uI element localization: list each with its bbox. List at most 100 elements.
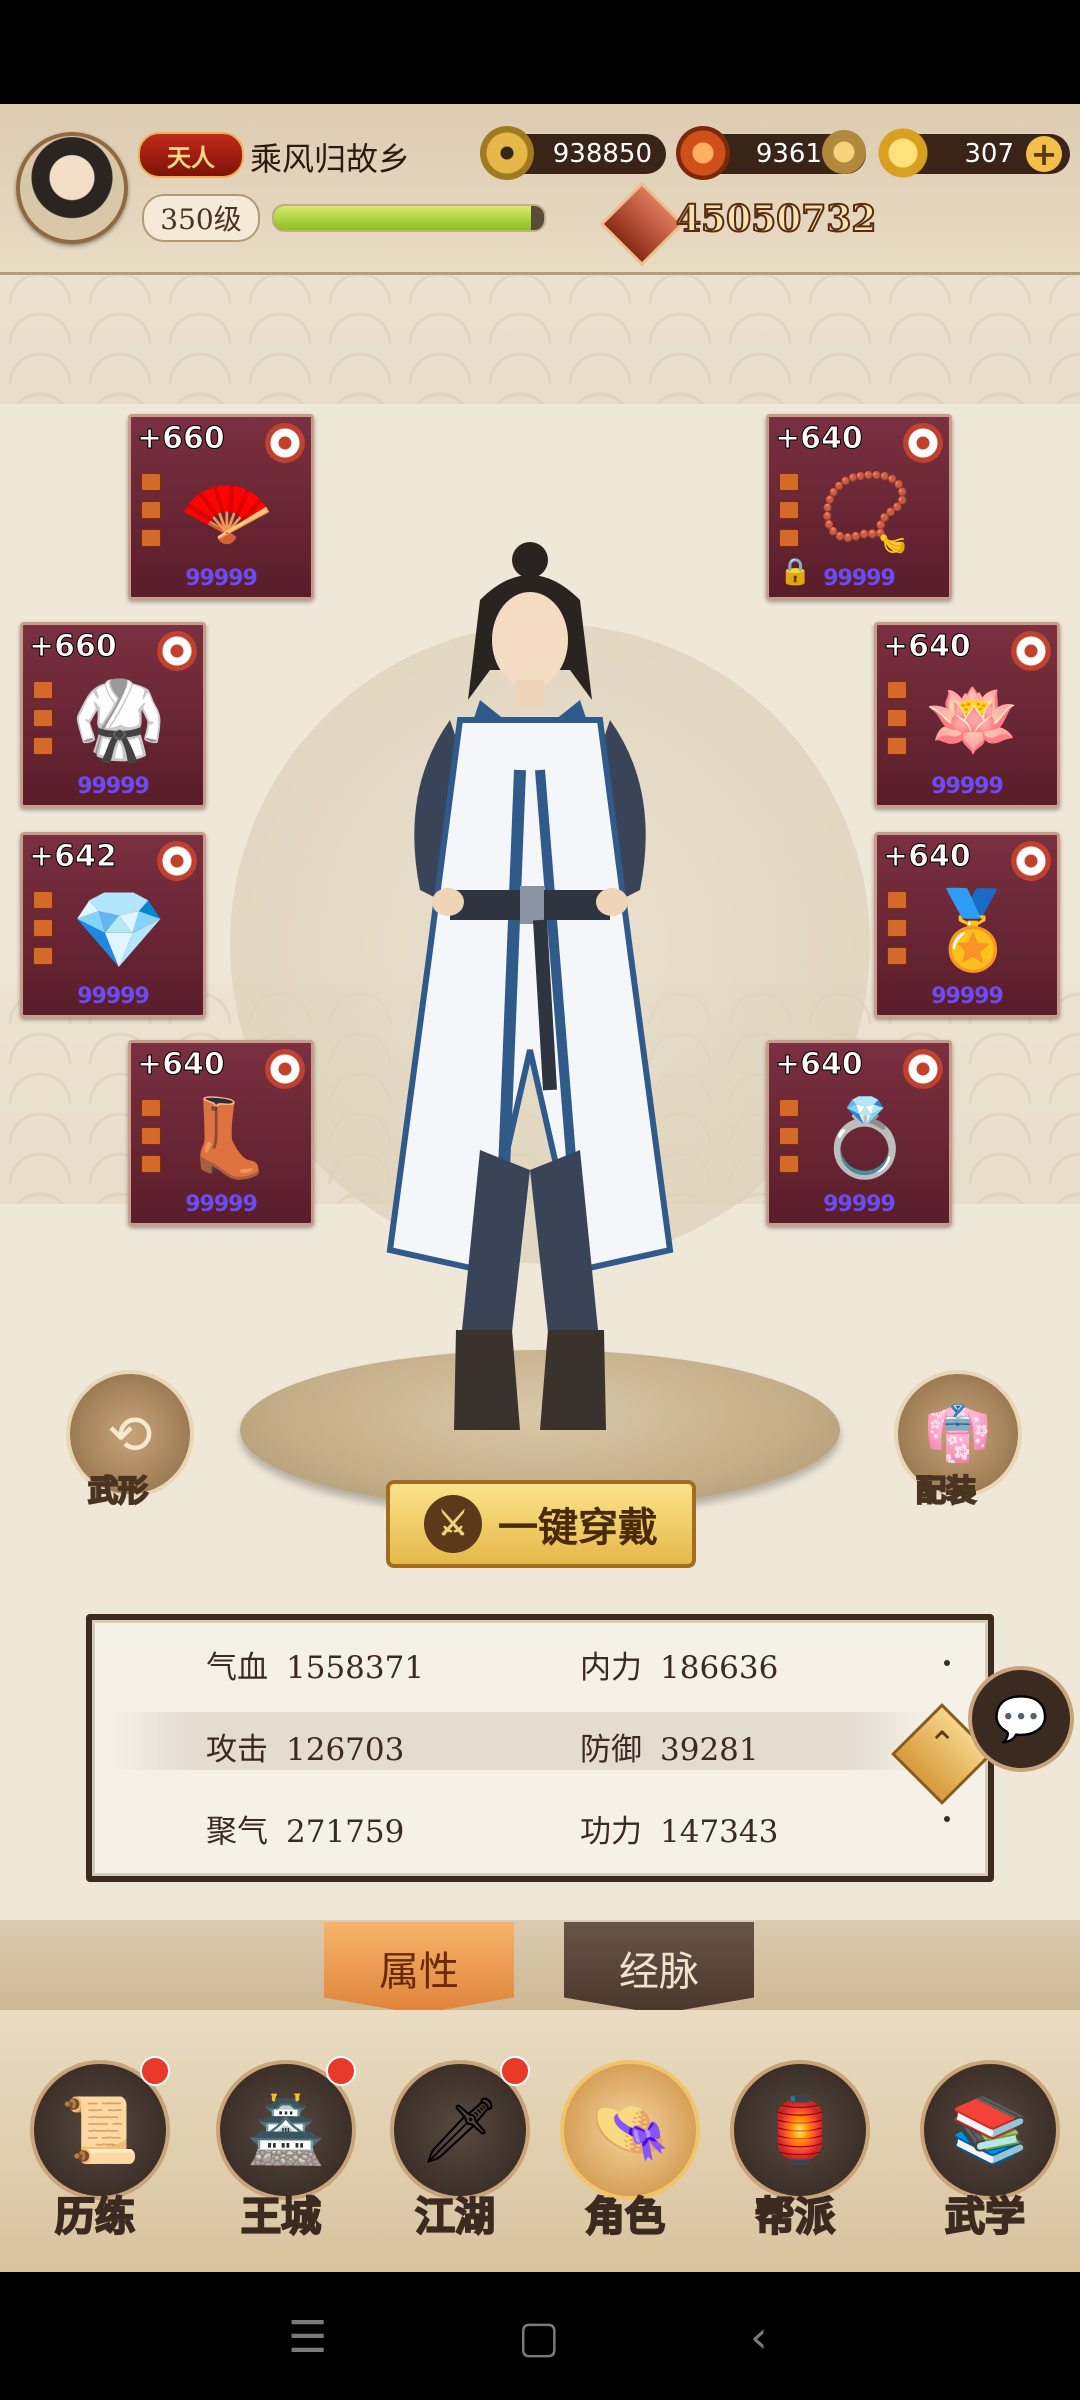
ring-icon: 💍 xyxy=(817,1093,913,1182)
chat-button[interactable]: 💬 xyxy=(968,1666,1074,1772)
gem-sockets xyxy=(887,891,907,975)
equip-slot-boots[interactable]: +640 👢 99999 xyxy=(128,1040,314,1226)
slot-enhance-level: +660 xyxy=(137,421,226,457)
stat-skill: 功力 147343 xyxy=(580,1814,779,1850)
equip-slot-robe[interactable]: +660 🥋 99999 xyxy=(20,622,206,808)
nav-label: 江湖 xyxy=(414,2192,496,2241)
nav-item-jianghu[interactable]: 🗡 江湖 xyxy=(380,2050,530,2260)
gem-sockets xyxy=(887,681,907,765)
slot-stars: 99999 xyxy=(77,984,150,1009)
tab-attributes[interactable]: 属性 xyxy=(324,1922,514,2014)
nav-label: 历练 xyxy=(54,2192,136,2241)
guild-emblem-icon: 🏮 xyxy=(730,2060,870,2200)
notification-dot xyxy=(140,2056,170,2086)
chevron-up-icon: ⌃ xyxy=(927,1724,957,1765)
system-nav-bar: ☰ ▢ ‹ xyxy=(0,2272,1080,2400)
outfit-label: 配装 xyxy=(915,1473,977,1510)
nav-item-character[interactable]: 👒 角色 xyxy=(550,2050,700,2260)
notification-dot xyxy=(500,2056,530,2086)
tabs-band xyxy=(0,1920,1080,2010)
fan-icon: 🪭 xyxy=(179,467,275,556)
martial-form-label: 武形 xyxy=(87,1473,149,1510)
straw-hat-hero-icon: 👒 xyxy=(560,2060,700,2200)
form-swap-icon: ⟲ xyxy=(107,1402,153,1466)
gem-sockets xyxy=(33,681,53,765)
equip-slot-pendant[interactable]: +640 🪷 99999 xyxy=(874,622,1060,808)
belt-icon: 💎 xyxy=(71,885,167,974)
bracer-icon: 🏅 xyxy=(925,885,1021,974)
recent-apps-icon[interactable]: ☰ xyxy=(288,2312,327,2363)
gem-sockets xyxy=(141,1099,161,1183)
nav-label: 武学 xyxy=(944,2192,1026,2241)
tab-meridians[interactable]: 经脉 xyxy=(564,1922,754,2014)
gold-amount: 307 xyxy=(964,139,1014,169)
stat-internal: 内力 186636 xyxy=(580,1650,779,1686)
xp-bar-fill xyxy=(274,206,531,230)
equip-slot-fan[interactable]: +660 🪭 99999 xyxy=(128,414,314,600)
player-avatar[interactable] xyxy=(16,132,128,244)
stat-defense: 防御 39281 xyxy=(580,1732,759,1768)
rank-badge: 天人 xyxy=(138,132,244,178)
player-header: 天人 乘风归故乡 938850 9361 307 + 350级 45050732 xyxy=(0,104,1080,275)
necklace-icon: 📿 xyxy=(817,467,913,556)
stat-hp: 气血 1558371 xyxy=(206,1650,425,1686)
outfit-icon: 👘 xyxy=(924,1402,992,1465)
flame-crystal-icon xyxy=(676,126,730,180)
equip-slot-bracer[interactable]: +640 🏅 99999 xyxy=(874,832,1060,1018)
home-icon[interactable]: ▢ xyxy=(518,2312,560,2363)
armor-swap-icon: ⚔ xyxy=(424,1495,482,1553)
character-figure[interactable] xyxy=(330,530,750,1450)
back-icon[interactable]: ‹ xyxy=(750,2312,768,2363)
level-badge: 350级 xyxy=(142,194,260,242)
boots-icon: 👢 xyxy=(179,1093,275,1182)
nav-label: 王城 xyxy=(240,2192,322,2241)
slot-enhance-level: +642 xyxy=(29,839,118,875)
lotus-pendant-icon: 🪷 xyxy=(925,675,1021,764)
slot-enhance-level: +640 xyxy=(137,1047,226,1083)
spirit-token-icon xyxy=(822,130,866,174)
nav-item-guild[interactable]: 🏮 帮派 xyxy=(720,2050,870,2260)
notification-dot xyxy=(326,2056,356,2086)
scrolls-icon: 📚 xyxy=(920,2060,1060,2200)
add-gold-icon[interactable]: + xyxy=(1026,135,1062,173)
gold-ingot-icon xyxy=(876,126,930,180)
slot-enhance-level: +640 xyxy=(775,1047,864,1083)
slot-enhance-level: +640 xyxy=(775,421,864,457)
slot-enhance-level: +640 xyxy=(883,629,972,665)
nav-item-city[interactable]: 🏯 王城 xyxy=(206,2050,356,2260)
equip-slot-necklace[interactable]: +640 📿 🔒 99999 xyxy=(766,414,952,600)
stats-panel: 气血 1558371 内力 186636 攻击 126703 防御 39281 聚气 27… xyxy=(86,1614,994,1882)
combat-power: 45050732 xyxy=(675,197,877,241)
stat-qi: 聚气 271759 xyxy=(206,1814,405,1850)
slot-stars: 99999 xyxy=(931,774,1004,799)
slot-stars: 99999 xyxy=(185,1192,258,1217)
spirit-amount: 9361 xyxy=(755,139,822,169)
slot-stars: 99999 xyxy=(823,1192,896,1217)
stats-row: 攻击 126703 防御 39281 xyxy=(110,1712,930,1770)
gem-sockets xyxy=(779,473,799,557)
robe-icon: 🥋 xyxy=(71,675,167,764)
gem-sockets xyxy=(33,891,53,975)
slot-stars: 99999 xyxy=(77,774,150,799)
nav-label: 帮派 xyxy=(754,2192,836,2241)
slot-stars: 99999 xyxy=(823,566,896,591)
slot-stars: 99999 xyxy=(931,984,1004,1009)
chat-bubble-icon: 💬 xyxy=(993,1694,1049,1745)
combat-power-icon xyxy=(599,181,685,267)
nav-item-training[interactable]: 📜 历练 xyxy=(20,2050,170,2260)
nav-item-martial[interactable]: 📚 武学 xyxy=(910,2050,1060,2260)
gem-sockets xyxy=(779,1099,799,1183)
nav-label: 角色 xyxy=(584,2192,666,2241)
stat-attack: 攻击 126703 xyxy=(206,1732,405,1768)
equip-all-button[interactable]: ⚔ 一键穿戴 xyxy=(386,1480,696,1568)
stats-row: 气血 1558371 内力 186636 xyxy=(110,1630,930,1688)
equip-slot-ring[interactable]: +640 💍 99999 xyxy=(766,1040,952,1226)
copper-amount: 938850 xyxy=(552,139,652,169)
gem-sockets xyxy=(141,473,161,557)
copper-coin-icon xyxy=(480,126,534,180)
player-name: 乘风归故乡 xyxy=(250,140,411,178)
slot-stars: 99999 xyxy=(185,566,258,591)
equip-all-label: 一键穿戴 xyxy=(498,1504,658,1551)
equip-slot-belt[interactable]: +642 💎 99999 xyxy=(20,832,206,1018)
xp-bar xyxy=(272,204,546,232)
